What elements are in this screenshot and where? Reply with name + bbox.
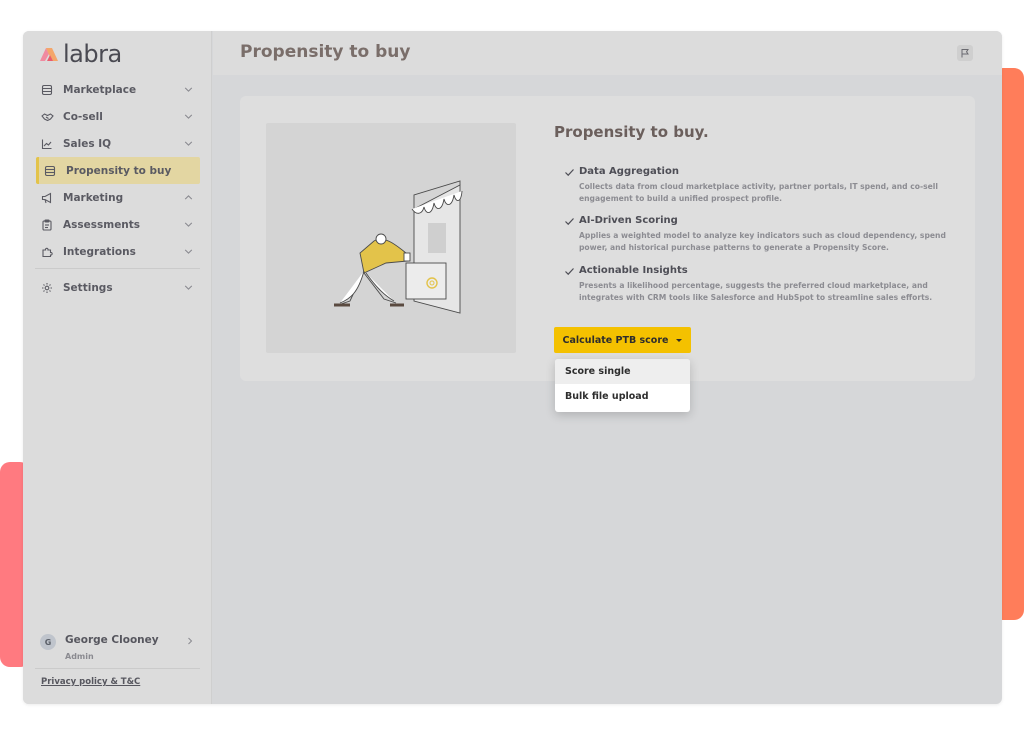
sidebar-item-label: Co-sell [63, 110, 103, 123]
feature-description: Applies a weighted model to analyze key … [579, 231, 946, 252]
chevron-up-icon [184, 195, 193, 200]
store-icon [43, 164, 57, 178]
privacy-policy-link[interactable]: Privacy policy & T&C [41, 677, 140, 687]
sidebar-item-label: Assessments [63, 218, 141, 231]
sidebar-nav: Marketplace Co-sell Sales IQ Propensity … [23, 76, 212, 301]
screenshot-stage: labra Marketplace Co-sell Sales IQ Prope… [0, 0, 1024, 735]
sidebar-item-propensity-to-buy[interactable]: Propensity to buy [36, 157, 200, 184]
page-title: Propensity to buy [240, 42, 411, 62]
caret-down-icon [676, 338, 683, 342]
feature-description: Presents a likelihood percentage, sugges… [579, 281, 933, 302]
sidebar-item-label: Integrations [63, 245, 136, 258]
chevron-down-icon [184, 222, 193, 227]
megaphone-icon [40, 191, 54, 205]
top-bar: Propensity to buy [213, 31, 1002, 75]
clipboard-icon [40, 218, 54, 232]
chevron-down-icon [184, 249, 193, 254]
shop-illustration [266, 123, 516, 353]
logo-text: labra [63, 40, 122, 68]
sidebar-item-marketing[interactable]: Marketing [23, 184, 212, 211]
line-chart-icon [40, 137, 54, 151]
sidebar-item-integrations[interactable]: Integrations [23, 238, 212, 265]
sidebar-item-label: Settings [63, 281, 113, 294]
feature-description: Collects data from cloud marketplace act… [579, 182, 938, 203]
check-icon [565, 218, 574, 226]
calculate-ptb-score-button[interactable]: Calculate PTB score [554, 327, 691, 353]
ptb-score-dropdown: Score single Bulk file upload [555, 359, 690, 412]
store-icon [40, 83, 54, 97]
labra-logo-icon [40, 48, 58, 61]
sidebar-item-assessments[interactable]: Assessments [23, 211, 212, 238]
feature-title: Actionable Insights [579, 265, 688, 276]
chevron-down-icon [184, 141, 193, 146]
handshake-icon [40, 110, 54, 124]
avatar: G [40, 634, 56, 650]
flag-icon [961, 49, 969, 58]
check-icon [565, 169, 574, 177]
sidebar-item-sales-iq[interactable]: Sales IQ [23, 130, 212, 157]
sidebar: labra Marketplace Co-sell Sales IQ Prope… [23, 31, 212, 704]
chevron-down-icon [184, 285, 193, 290]
sidebar-item-settings[interactable]: Settings [23, 274, 212, 301]
sidebar-item-marketplace[interactable]: Marketplace [23, 76, 212, 103]
button-label: Calculate PTB score [562, 334, 669, 346]
labra-logo[interactable]: labra [39, 40, 122, 68]
sidebar-item-label: Sales IQ [63, 137, 112, 150]
chevron-right-icon [188, 637, 193, 645]
dropdown-item-score-single[interactable]: Score single [555, 359, 690, 384]
chevron-down-icon [184, 114, 193, 119]
sidebar-item-co-sell[interactable]: Co-sell [23, 103, 212, 130]
dropdown-item-bulk-file-upload[interactable]: Bulk file upload [555, 384, 690, 409]
sidebar-item-label: Marketing [63, 191, 124, 204]
puzzle-icon [40, 245, 54, 259]
feedback-button[interactable] [957, 45, 973, 61]
feature-title: Data Aggregation [579, 166, 679, 177]
app-window: labra Marketplace Co-sell Sales IQ Prope… [23, 31, 1002, 704]
user-role: Admin [65, 652, 94, 661]
check-icon [565, 268, 574, 276]
sidebar-item-label: Propensity to buy [66, 164, 172, 177]
sidebar-item-label: Marketplace [63, 83, 137, 96]
user-name: George Clooney [65, 634, 159, 646]
info-title: Propensity to buy. [554, 123, 709, 141]
gear-icon [40, 281, 54, 295]
chevron-down-icon [184, 87, 193, 92]
nav-divider [35, 268, 200, 269]
footer-divider [35, 668, 200, 669]
feature-title: AI-Driven Scoring [579, 215, 678, 226]
